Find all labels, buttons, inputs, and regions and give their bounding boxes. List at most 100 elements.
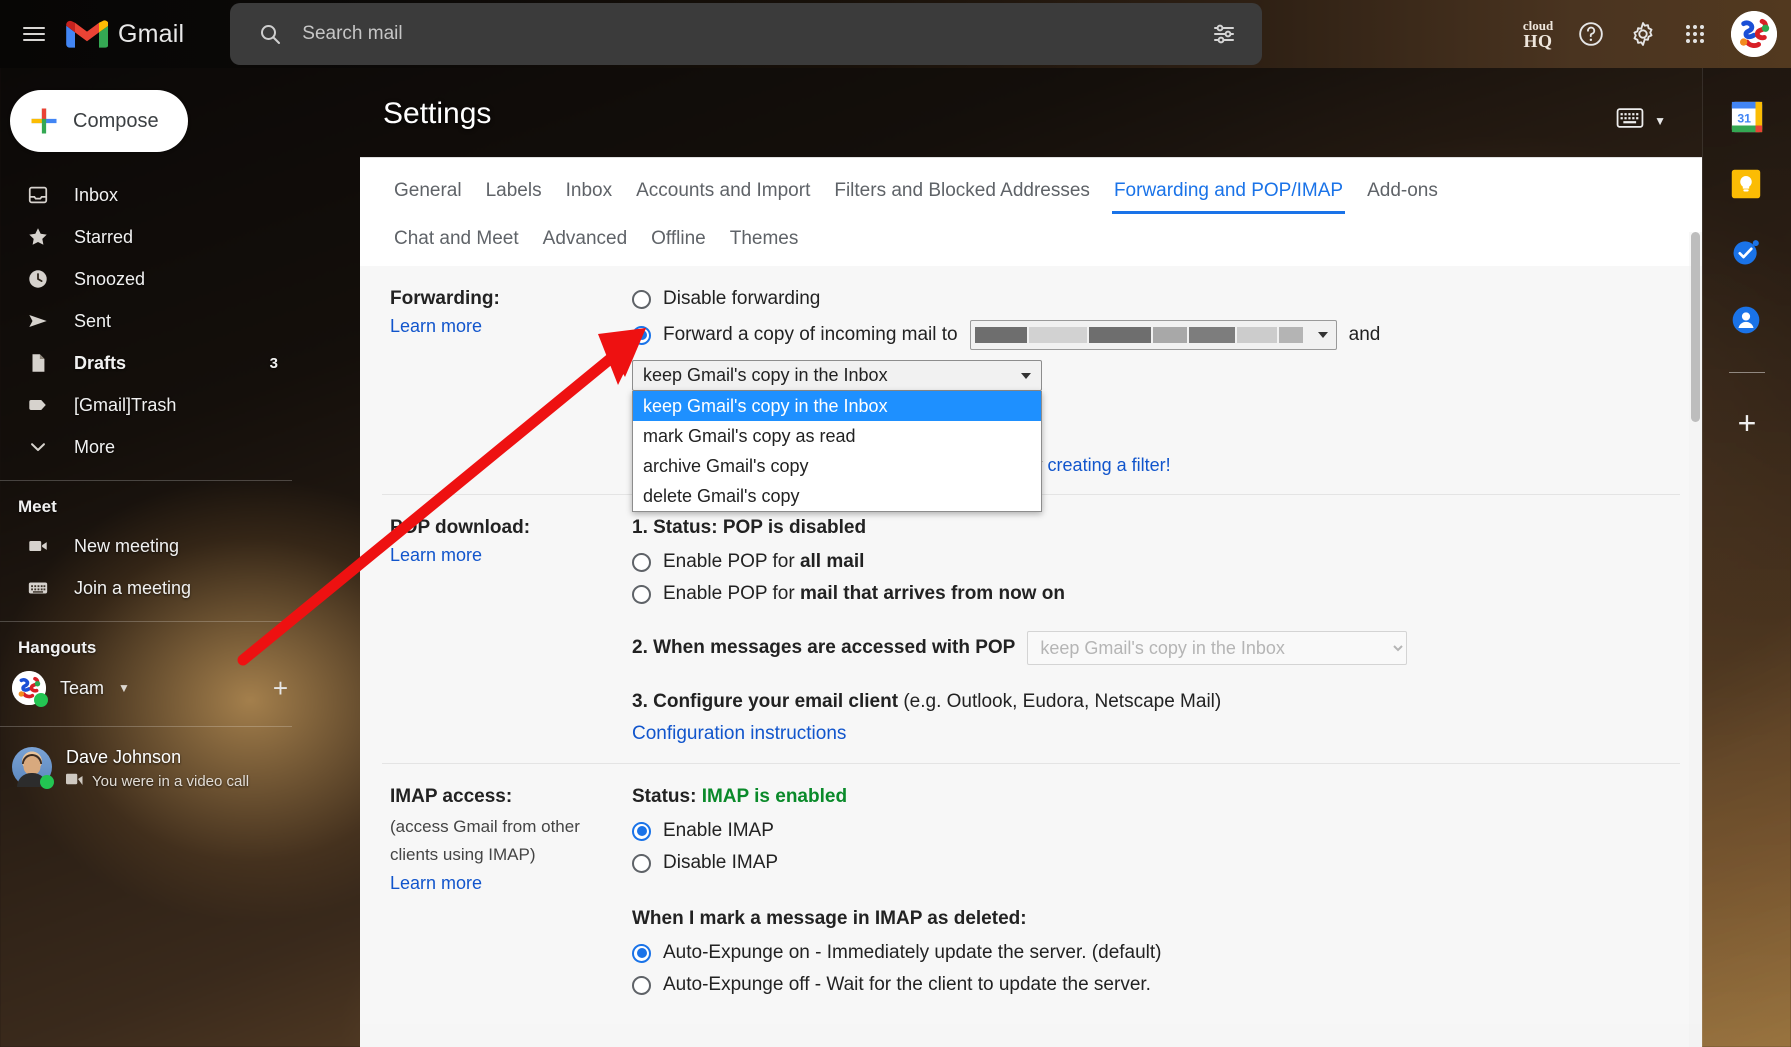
tab-accounts-and-import[interactable]: Accounts and Import: [624, 176, 822, 214]
hamburger-icon[interactable]: [10, 10, 58, 58]
left-navigation: Compose Inbox Starred Snoozed Sent Draft…: [0, 68, 310, 1047]
nav-divider: [0, 621, 292, 622]
pop-step3-row: 3. Configure your email client (e.g. Out…: [632, 691, 1680, 713]
vertical-scrollbar[interactable]: [1689, 232, 1702, 1047]
tab-general[interactable]: General: [382, 176, 474, 214]
enable-pop-all-mail-radio[interactable]: [632, 552, 651, 572]
disable-forwarding-label[interactable]: Disable forwarding: [663, 288, 820, 310]
sidebar-item-label: [Gmail]Trash: [74, 394, 177, 415]
disable-imap-label[interactable]: Disable IMAP: [663, 852, 778, 874]
auto-expunge-off-row[interactable]: Auto-Expunge off - Wait for the client t…: [632, 974, 1680, 996]
enable-pop-from-now-row[interactable]: Enable POP for mail that arrives from no…: [632, 583, 1680, 605]
hangouts-account-row[interactable]: Team ▼ +: [0, 666, 310, 710]
enable-pop-now-bold: mail that arrives from now on: [799, 583, 1065, 604]
pop-download-section: POP download: Learn more 1. Status: POP …: [382, 494, 1680, 763]
imap-label-column: IMAP access: (access Gmail from other cl…: [382, 786, 632, 1006]
tab-themes[interactable]: Themes: [718, 224, 811, 256]
help-icon[interactable]: [1567, 10, 1615, 58]
tab-chat-and-meet[interactable]: Chat and Meet: [382, 224, 531, 256]
sidebar-item-new-meeting[interactable]: New meeting: [0, 525, 292, 567]
dropdown-option[interactable]: archive Gmail's copy: [633, 451, 1041, 481]
sidebar-item-sent[interactable]: Sent: [0, 300, 292, 342]
chevron-down-icon[interactable]: ▼: [1654, 114, 1666, 128]
forwarding-action-options[interactable]: keep Gmail's copy in the Inbox mark Gmai…: [632, 391, 1042, 512]
auto-expunge-on-label[interactable]: Auto-Expunge on - Immediately update the…: [663, 942, 1162, 964]
imap-sub-line-1: (access Gmail from other: [390, 817, 580, 836]
tab-forwarding-and-pop-imap[interactable]: Forwarding and POP/IMAP: [1102, 176, 1355, 214]
forwarding-address-select[interactable]: [969, 320, 1337, 350]
sidebar-item-starred[interactable]: Starred: [0, 216, 292, 258]
auto-expunge-on-radio[interactable]: [632, 943, 651, 963]
sidebar-item-gmail-trash[interactable]: [Gmail]Trash: [0, 384, 292, 426]
video-camera-icon: [66, 772, 84, 790]
account-avatar[interactable]: [1731, 11, 1777, 57]
meet-section-header: Meet: [18, 497, 57, 516]
enable-imap-row[interactable]: Enable IMAP: [632, 820, 1680, 842]
gmail-logo[interactable]: Gmail: [66, 18, 184, 50]
disable-imap-row[interactable]: Disable IMAP: [632, 852, 1680, 874]
tab-offline[interactable]: Offline: [639, 224, 718, 256]
pop-learn-more-link[interactable]: Learn more: [390, 545, 482, 566]
search-bar[interactable]: [230, 3, 1263, 65]
configuration-instructions-link[interactable]: Configuration instructions: [632, 723, 846, 744]
cloudhq-logo[interactable]: cloud HQ: [1513, 11, 1563, 57]
tab-add-ons[interactable]: Add-ons: [1355, 176, 1450, 214]
enable-pop-from-now-radio[interactable]: [632, 584, 651, 604]
search-input[interactable]: [302, 23, 1201, 45]
contact-status: You were in a video call: [66, 772, 249, 790]
forwarding-learn-more-link[interactable]: Learn more: [390, 316, 482, 337]
tab-advanced[interactable]: Advanced: [531, 224, 640, 256]
dropdown-option[interactable]: keep Gmail's copy in the Inbox: [633, 391, 1041, 421]
gmail-wordmark: Gmail: [118, 19, 185, 48]
apps-grid-icon[interactable]: [1671, 10, 1719, 58]
imap-learn-more-link[interactable]: Learn more: [390, 873, 482, 894]
input-tools-control[interactable]: ▼: [1616, 108, 1666, 133]
gear-icon[interactable]: [1619, 10, 1667, 58]
create-filter-link[interactable]: creating a filter!: [1048, 455, 1171, 475]
sidebar-item-join-meeting[interactable]: Join a meeting: [0, 567, 292, 609]
dropdown-option[interactable]: mark Gmail's copy as read: [633, 421, 1041, 451]
dropdown-option[interactable]: delete Gmail's copy: [633, 481, 1041, 511]
add-addon-button[interactable]: +: [1738, 407, 1757, 439]
keyboard-icon[interactable]: [1616, 108, 1644, 133]
sidebar-item-inbox[interactable]: Inbox: [0, 174, 292, 216]
enable-imap-label[interactable]: Enable IMAP: [663, 820, 774, 842]
settings-content: Forwarding: Learn more Disable forwardin…: [360, 266, 1702, 1024]
disable-imap-radio[interactable]: [632, 853, 651, 873]
auto-expunge-off-radio[interactable]: [632, 975, 651, 995]
top-bar-actions: cloud HQ: [1513, 10, 1791, 58]
disable-forwarding-radio[interactable]: [632, 289, 651, 309]
auto-expunge-off-label[interactable]: Auto-Expunge off - Wait for the client t…: [663, 974, 1151, 996]
pop-access-select[interactable]: keep Gmail's copy in the Inbox: [1027, 631, 1408, 665]
hangouts-add-button[interactable]: +: [273, 675, 288, 701]
auto-expunge-on-row[interactable]: Auto-Expunge on - Immediately update the…: [632, 942, 1680, 964]
google-contacts-icon[interactable]: [1730, 304, 1764, 338]
forward-copy-row[interactable]: Forward a copy of incoming mail to and: [632, 320, 1680, 350]
google-keep-icon[interactable]: [1730, 168, 1764, 202]
compose-label: Compose: [73, 109, 159, 132]
settings-tabs-row-1: General Labels Inbox Accounts and Import…: [382, 176, 1680, 214]
sidebar-item-label: Join a meeting: [74, 577, 192, 598]
hangouts-contact-row[interactable]: Dave Johnson You were in a video call: [0, 737, 310, 790]
enable-pop-all-mail-row[interactable]: Enable POP for all mail: [632, 551, 1680, 573]
compose-button[interactable]: Compose: [10, 90, 188, 152]
sidebar-item-label: Drafts: [74, 352, 127, 373]
tab-filters-and-blocked-addresses[interactable]: Filters and Blocked Addresses: [822, 176, 1102, 214]
forward-copy-label[interactable]: Forward a copy of incoming mail to: [663, 324, 958, 346]
forwarding-action-dropdown[interactable]: keep Gmail's copy in the Inbox keep Gmai…: [632, 360, 1042, 512]
sidebar-item-snoozed[interactable]: Snoozed: [0, 258, 292, 300]
nav-divider: [0, 480, 292, 481]
tab-inbox[interactable]: Inbox: [554, 176, 624, 214]
forwarding-action-selected[interactable]: keep Gmail's copy in the Inbox: [632, 360, 1042, 391]
chevron-down-icon[interactable]: ▼: [118, 681, 130, 695]
search-options-icon[interactable]: [1200, 10, 1248, 58]
forward-copy-radio[interactable]: [632, 325, 651, 345]
scrollbar-thumb[interactable]: [1691, 232, 1700, 422]
sidebar-item-drafts[interactable]: Drafts 3: [0, 342, 292, 384]
tab-labels[interactable]: Labels: [474, 176, 554, 214]
google-calendar-icon[interactable]: 31: [1730, 100, 1764, 134]
disable-forwarding-row[interactable]: Disable forwarding: [632, 288, 1680, 310]
sidebar-item-more[interactable]: More: [0, 426, 292, 468]
google-tasks-icon[interactable]: [1730, 236, 1764, 270]
enable-imap-radio[interactable]: [632, 821, 651, 841]
